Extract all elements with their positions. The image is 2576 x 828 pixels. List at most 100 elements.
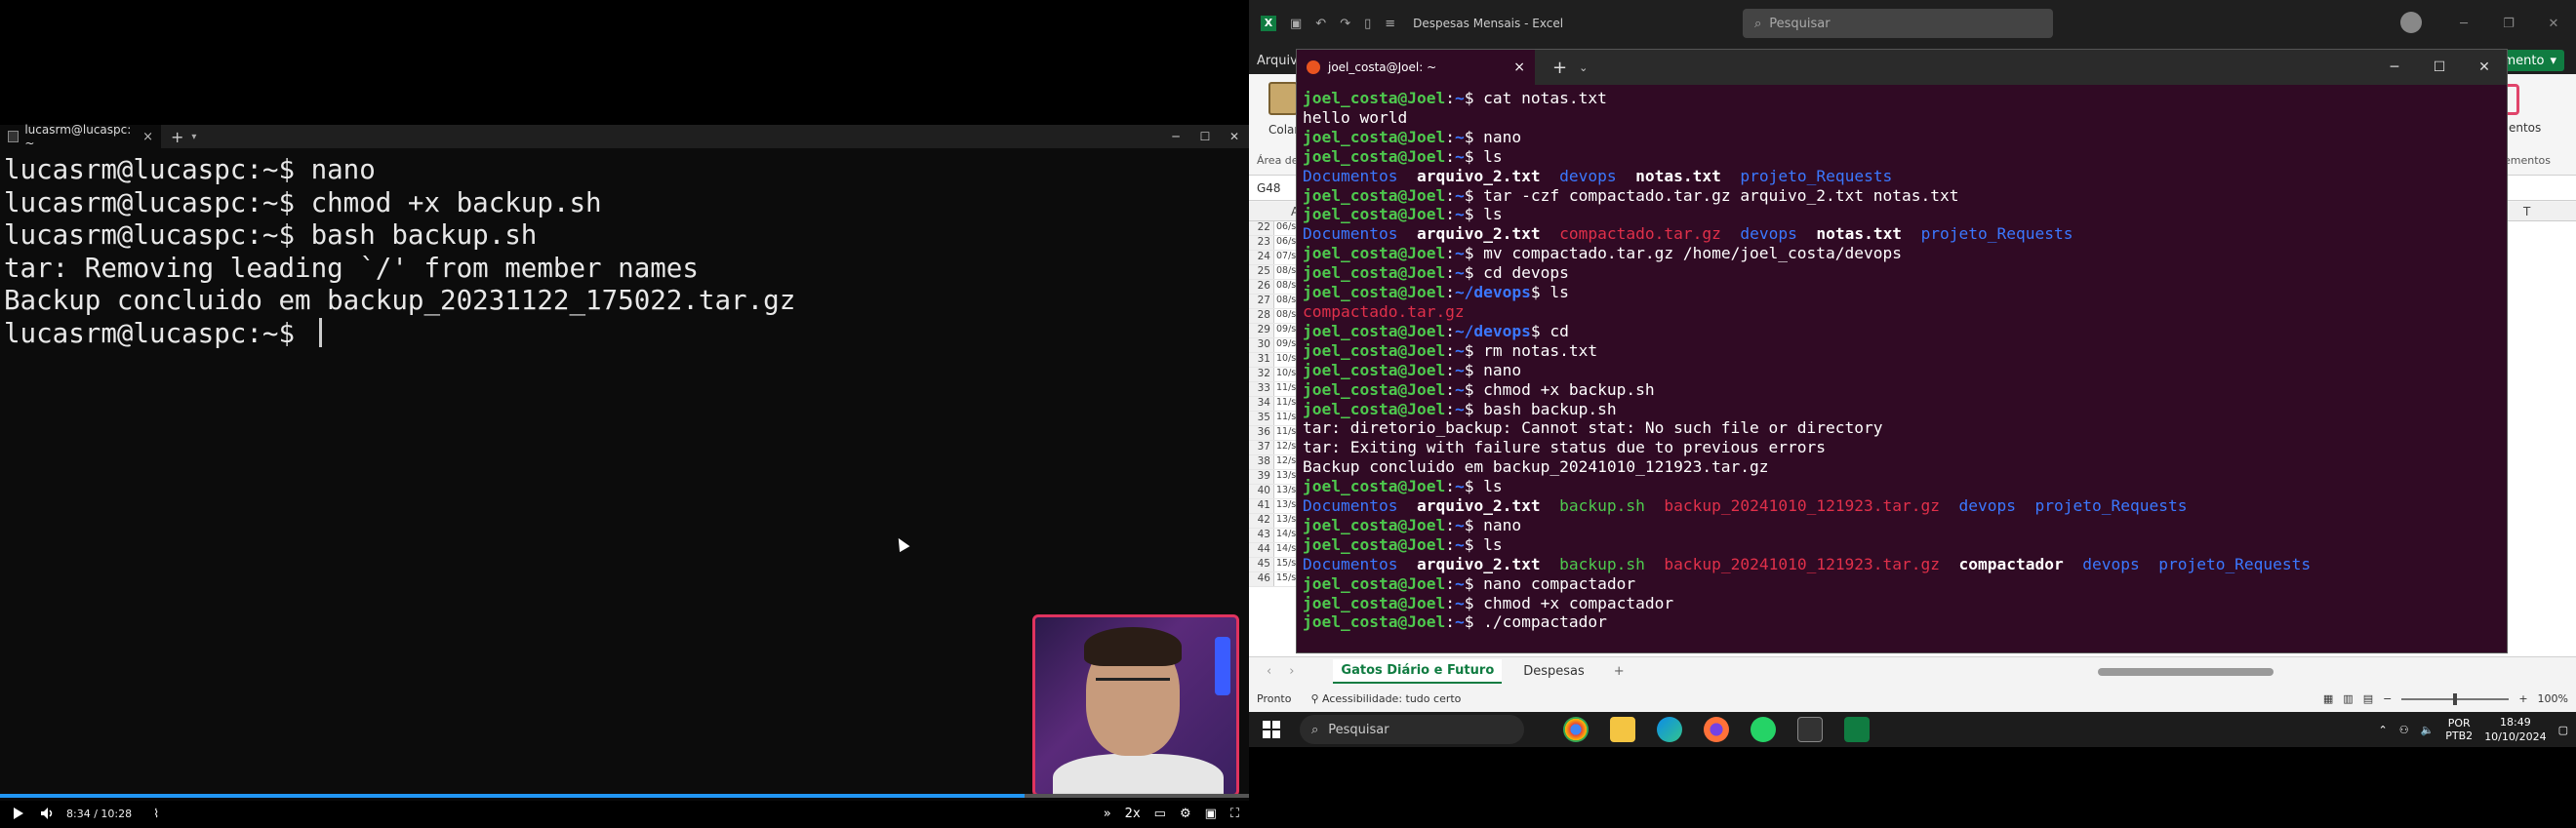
row-number[interactable]: 30 — [1249, 338, 1274, 352]
taskbar-search[interactable]: ⌕ Pesquisar — [1300, 715, 1524, 744]
edge-icon[interactable] — [1657, 717, 1682, 742]
row-number[interactable]: 23 — [1249, 236, 1274, 250]
row-number[interactable]: 45 — [1249, 558, 1274, 572]
minimize-icon[interactable]: ─ — [2372, 59, 2417, 75]
language-indicator[interactable]: POR PTB2 — [2445, 717, 2473, 742]
terminal-line: joel_costa@Joel:~$ tar -czf compactado.t… — [1303, 186, 2501, 206]
chevron-up-icon[interactable]: ⌃ — [2378, 724, 2387, 736]
skip-forward-button[interactable]: » — [1104, 807, 1111, 821]
close-window-icon[interactable]: ✕ — [2462, 59, 2507, 75]
row-number[interactable]: 43 — [1249, 529, 1274, 542]
firefox-icon[interactable] — [1704, 717, 1729, 742]
terminal-tab[interactable]: joel_costa@Joel: ~ × — [1297, 50, 1535, 85]
row-number[interactable]: 28 — [1249, 309, 1274, 323]
horizontal-scrollbar[interactable] — [2069, 668, 2556, 676]
windows-start-button[interactable] — [1263, 721, 1280, 738]
sheet-prev-icon[interactable]: ‹ — [1267, 664, 1271, 679]
terminal-text-segment: ~ — [1454, 379, 1465, 399]
avatar[interactable] — [2400, 12, 2422, 33]
row-number[interactable]: 46 — [1249, 572, 1274, 586]
row-number[interactable]: 25 — [1249, 265, 1274, 279]
excel-search-input[interactable]: ⌕ Pesquisar — [1743, 9, 2053, 38]
settings-icon[interactable]: ⚙ — [1180, 807, 1191, 821]
row-number[interactable]: 38 — [1249, 455, 1274, 469]
row-number[interactable]: 39 — [1249, 470, 1274, 484]
row-number[interactable]: 32 — [1249, 368, 1274, 381]
row-number[interactable]: 40 — [1249, 485, 1274, 498]
excel-app-icon[interactable] — [1844, 717, 1870, 742]
row-number[interactable]: 35 — [1249, 412, 1274, 425]
row-number[interactable]: 29 — [1249, 324, 1274, 337]
accessibility-status[interactable]: ⚲ Acessibilidade: tudo certo — [1310, 692, 1461, 705]
volume-button[interactable] — [37, 805, 59, 822]
miniplayer-button[interactable]: ▣ — [1205, 807, 1217, 821]
row-number[interactable]: 42 — [1249, 514, 1274, 528]
minimize-icon[interactable]: ─ — [2441, 17, 2486, 31]
new-tab-button[interactable]: + — [1552, 58, 1567, 78]
row-number[interactable]: 27 — [1249, 295, 1274, 308]
maximize-icon[interactable]: ☐ — [2417, 59, 2462, 75]
scrollbar-thumb[interactable] — [2098, 668, 2274, 676]
terminal-app-icon[interactable] — [1797, 717, 1823, 742]
volume-icon[interactable]: 🔈 — [2421, 724, 2435, 736]
whatsapp-icon[interactable] — [1751, 717, 1776, 742]
restore-icon[interactable]: ❐ — [2486, 17, 2531, 31]
zoom-in-icon[interactable]: + — [2518, 692, 2527, 705]
sheet-tab-gatos[interactable]: Gatos Diário e Futuro — [1333, 659, 1503, 684]
chrome-icon[interactable] — [1563, 717, 1589, 742]
row-number[interactable]: 41 — [1249, 499, 1274, 513]
chapters-icon[interactable]: ⌇ — [145, 805, 167, 822]
row-number[interactable]: 44 — [1249, 543, 1274, 557]
add-sheet-button[interactable]: + — [1606, 660, 1632, 683]
video-progress-bar[interactable] — [0, 794, 1249, 798]
play-button[interactable] — [8, 805, 29, 822]
page-break-icon[interactable]: ▤ — [2363, 692, 2373, 705]
video-player[interactable]: lucasrm@lucaspc: ~ × + ▾ ─ ☐ ✕ lucasrm@l… — [0, 0, 1249, 828]
terminal-text-segment: : — [1445, 127, 1455, 146]
row-number[interactable]: 26 — [1249, 280, 1274, 294]
customize-toolbar-icon[interactable]: ≡ — [1385, 17, 1395, 31]
file-explorer-icon[interactable] — [1610, 717, 1635, 742]
clock[interactable]: 18:49 10/10/2024 — [2484, 715, 2546, 744]
terminal-text-segment: joel_costa@Joel — [1303, 515, 1446, 534]
lang-bottom: PTB2 — [2445, 729, 2474, 742]
row-number[interactable]: 37 — [1249, 441, 1274, 454]
sheet-tab-despesas[interactable]: Despesas — [1515, 660, 1592, 683]
zoom-out-icon[interactable]: − — [2383, 692, 2392, 705]
row-number[interactable]: 24 — [1249, 251, 1274, 264]
network-icon[interactable]: ⚇ — [2399, 724, 2409, 736]
zoom-slider[interactable] — [2401, 692, 2510, 705]
new-file-icon[interactable]: ▯ — [1364, 17, 1371, 31]
terminal-text-segment: : — [1445, 205, 1455, 224]
sheet-next-icon[interactable]: › — [1289, 664, 1294, 679]
row-number[interactable]: 36 — [1249, 426, 1274, 440]
undo-icon[interactable]: ↶ — [1315, 17, 1326, 31]
terminal-line: joel_costa@Joel:~/devops$ cd — [1303, 322, 2501, 341]
save-icon[interactable]: ▣ — [1290, 17, 1302, 31]
zoom-level[interactable]: 100% — [2538, 692, 2568, 705]
page-layout-icon[interactable]: ▥ — [2343, 692, 2353, 705]
fullscreen-button[interactable]: ⛶ — [1230, 807, 1239, 821]
close-icon[interactable]: × — [1513, 59, 1525, 75]
close-window-icon[interactable]: ✕ — [2531, 17, 2576, 31]
chevron-down-icon[interactable]: ⌄ — [1579, 61, 1588, 74]
row-number[interactable]: 33 — [1249, 382, 1274, 396]
column-header-t[interactable]: T — [2523, 205, 2530, 218]
row-number[interactable]: 31 — [1249, 353, 1274, 367]
zoom-slider-knob[interactable] — [2453, 692, 2458, 705]
normal-view-icon[interactable]: ▦ — [2323, 692, 2333, 705]
speed-button[interactable]: 2x — [1125, 807, 1141, 821]
row-number[interactable]: 34 — [1249, 397, 1274, 411]
terminal-line: joel_costa@Joel:~$ bash backup.sh — [1303, 400, 2501, 419]
row-number[interactable]: 22 — [1249, 221, 1274, 235]
subtitles-button[interactable]: ▭ — [1154, 807, 1166, 821]
terminal-line: joel_costa@Joel:~$ ls — [1303, 147, 2501, 167]
redo-icon[interactable]: ↷ — [1340, 17, 1350, 31]
video-terminal-line: lucasrm@lucaspc:~$ nano — [4, 154, 1245, 187]
system-tray: ⌃ ⚇ 🔈 POR PTB2 18:49 10/10/2024 ▢ — [2378, 715, 2568, 744]
terminal-output[interactable]: joel_costa@Joel:~$ cat notas.txt hello wo… — [1297, 85, 2507, 636]
notifications-icon[interactable]: ▢ — [2558, 724, 2568, 736]
ubuntu-terminal-window[interactable]: joel_costa@Joel: ~ × + ⌄ ─ ☐ ✕ joel_cost… — [1296, 49, 2508, 653]
